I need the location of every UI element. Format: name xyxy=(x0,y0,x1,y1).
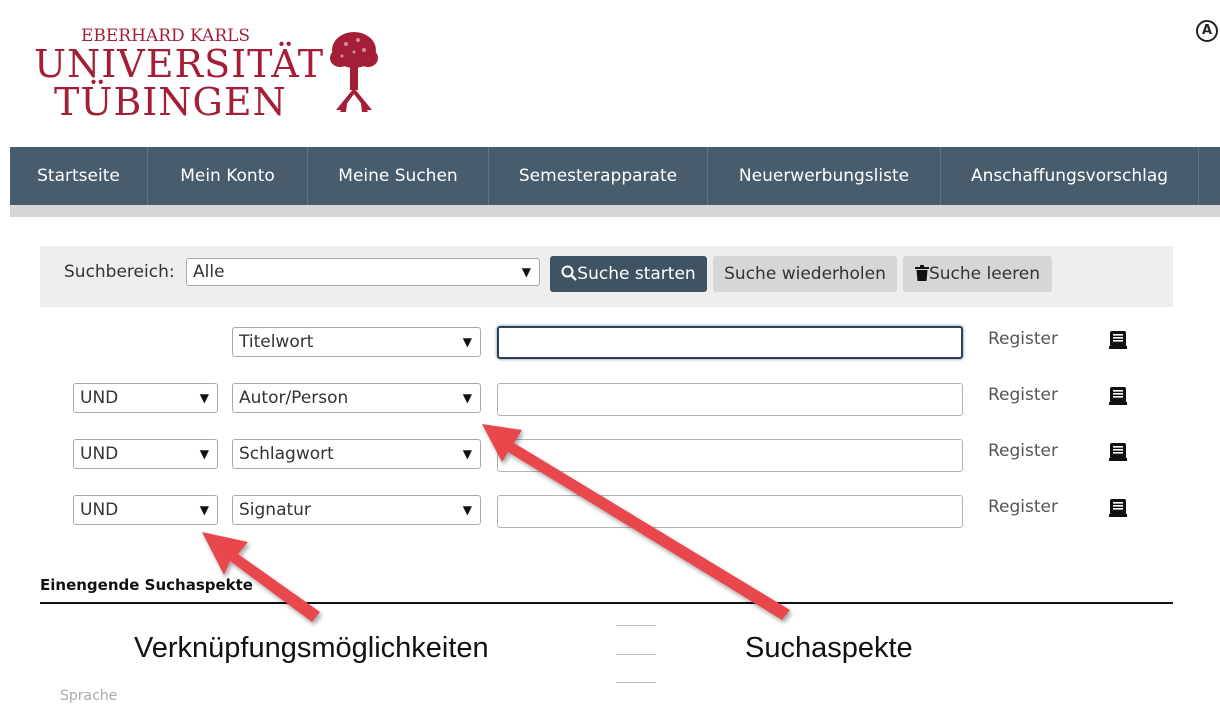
annotation-left: Verknüpfungsmöglichkeiten xyxy=(134,632,489,664)
annotation-arrows xyxy=(202,424,790,622)
arrow-to-operator-icon xyxy=(202,532,320,622)
arrow-to-field-icon xyxy=(482,424,790,620)
annotation-right: Suchaspekte xyxy=(745,632,913,664)
